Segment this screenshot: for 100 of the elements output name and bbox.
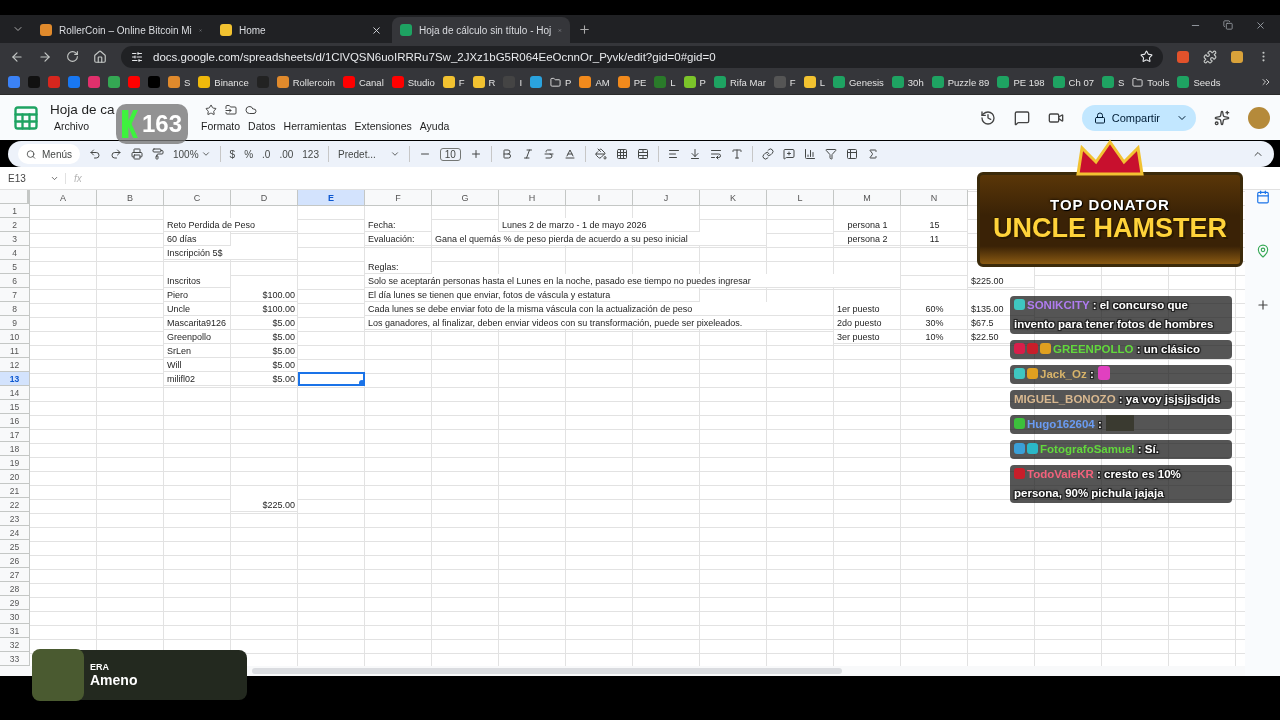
row-header[interactable]: 25 — [0, 540, 30, 554]
row-header[interactable]: 11 — [0, 344, 30, 358]
bookmark[interactable]: Puzzle 89 — [931, 76, 990, 88]
add-comment-icon[interactable] — [782, 148, 795, 160]
text-rotation-icon[interactable] — [730, 148, 743, 160]
sparkle-icon[interactable] — [1214, 109, 1230, 126]
row-header[interactable]: 6 — [0, 274, 30, 288]
menu-item[interactable]: Archivo — [50, 119, 93, 133]
row-header[interactable]: 29 — [0, 596, 30, 610]
row-header[interactable]: 30 — [0, 610, 30, 624]
bookmark[interactable]: Tools — [1132, 76, 1170, 88]
bookmark-icon[interactable] — [8, 76, 20, 88]
row-header[interactable]: 14 — [0, 386, 30, 400]
bookmark[interactable]: Rifa Mar — [713, 76, 766, 88]
comment-icon[interactable] — [1013, 109, 1030, 126]
row-header[interactable]: 31 — [0, 624, 30, 638]
bookmark-icon[interactable] — [530, 76, 543, 88]
bookmark[interactable]: P — [550, 76, 572, 88]
calendar-icon[interactable] — [1255, 190, 1270, 204]
forward-icon[interactable] — [38, 49, 52, 64]
share-button[interactable]: Compartir — [1081, 104, 1196, 131]
column-header[interactable]: H — [499, 190, 566, 206]
fill-color-icon[interactable] — [594, 148, 607, 160]
close-icon[interactable] — [371, 24, 382, 36]
bookmark[interactable]: Binance — [198, 76, 249, 88]
redo-icon[interactable] — [110, 148, 122, 160]
row-header[interactable]: 15 — [0, 400, 30, 414]
bookmark[interactable]: Canal — [342, 76, 384, 88]
row-header[interactable]: 2 — [0, 218, 30, 232]
column-header[interactable]: G — [432, 190, 499, 206]
sum-icon[interactable] — [866, 148, 879, 160]
bookmark[interactable]: Ch 07 — [1052, 76, 1094, 88]
bookmark[interactable]: 30h — [891, 76, 924, 88]
avatar[interactable] — [1248, 106, 1270, 129]
row-header[interactable]: 27 — [0, 568, 30, 582]
new-tab-icon[interactable] — [578, 22, 591, 36]
column-header[interactable]: F — [365, 190, 432, 206]
percent-button[interactable]: % — [244, 148, 254, 160]
menu-item[interactable]: Ayuda — [415, 119, 454, 133]
font-dropdown[interactable]: Predet... — [338, 148, 400, 160]
menu-item[interactable]: Formato — [197, 119, 245, 133]
italic-icon[interactable] — [521, 148, 534, 160]
bookmark[interactable]: F — [773, 76, 796, 88]
row-header[interactable]: 16 — [0, 414, 30, 428]
row-header[interactable]: 17 — [0, 428, 30, 442]
merge-icon[interactable] — [636, 148, 649, 160]
row-header[interactable]: 7 — [0, 288, 30, 302]
row-header[interactable]: 23 — [0, 512, 30, 526]
bookmark[interactable]: Seeds — [1177, 76, 1221, 88]
decrease-decimals-button[interactable]: .0 — [262, 148, 271, 160]
number-format-button[interactable]: 123 — [302, 148, 319, 160]
bookmark[interactable]: Studio — [391, 76, 435, 88]
bookmark-icon[interactable] — [108, 76, 120, 88]
row-header[interactable]: 33 — [0, 652, 30, 666]
column-header[interactable]: K — [700, 190, 767, 206]
column-header[interactable]: I — [566, 190, 633, 206]
column-header[interactable]: E — [298, 190, 365, 206]
browser-tab[interactable]: Home — [212, 17, 390, 43]
row-header[interactable]: 20 — [0, 470, 30, 484]
row-header[interactable]: 21 — [0, 484, 30, 498]
column-header[interactable]: M — [834, 190, 901, 206]
menu-item[interactable]: Herramientas — [279, 119, 351, 133]
column-header[interactable]: L — [767, 190, 834, 206]
font-size-field[interactable]: 10 — [439, 147, 461, 161]
row-header[interactable]: 22 — [0, 498, 30, 512]
bookmark[interactable]: R — [472, 76, 496, 88]
bookmark[interactable]: F — [442, 76, 465, 88]
row-header[interactable]: 28 — [0, 582, 30, 596]
document-title[interactable]: Hoja de ca — [50, 102, 115, 117]
column-header[interactable]: N — [901, 190, 968, 206]
row-header[interactable]: 3 — [0, 232, 30, 246]
currency-button[interactable]: $ — [229, 148, 236, 160]
borders-icon[interactable] — [615, 148, 628, 160]
row-header[interactable]: 24 — [0, 526, 30, 540]
browser-tab[interactable]: Hoja de cálculo sin título - Hoj — [392, 17, 570, 43]
home-icon[interactable] — [93, 49, 107, 64]
move-icon[interactable] — [224, 103, 237, 116]
bookmark[interactable]: Rollercoin — [276, 76, 335, 88]
column-header[interactable]: A — [30, 190, 97, 206]
column-header[interactable]: B — [97, 190, 164, 206]
name-box[interactable]: E13 — [8, 172, 66, 184]
close-window-icon[interactable] — [1255, 20, 1266, 31]
star-icon[interactable] — [204, 103, 217, 116]
reload-icon[interactable] — [66, 50, 79, 63]
row-header[interactable]: 5 — [0, 260, 30, 274]
bookmark[interactable]: Genesis — [832, 76, 884, 88]
row-header[interactable]: 4 — [0, 246, 30, 260]
wrap-icon[interactable] — [709, 148, 722, 160]
increase-size-icon[interactable] — [469, 148, 482, 160]
bookmark[interactable]: S — [168, 76, 191, 88]
bookmark-icon[interactable] — [128, 76, 140, 88]
scrollbar[interactable] — [252, 668, 842, 674]
row-header[interactable]: 12 — [0, 358, 30, 372]
add-icon[interactable] — [1255, 298, 1270, 312]
bookmark[interactable]: I — [503, 76, 523, 88]
row-header[interactable]: 32 — [0, 638, 30, 652]
menu-search-field[interactable]: Menús — [18, 144, 80, 164]
cloud-icon[interactable] — [244, 103, 257, 116]
bookmark[interactable]: L — [654, 76, 676, 88]
extension-icon[interactable] — [1177, 50, 1189, 63]
